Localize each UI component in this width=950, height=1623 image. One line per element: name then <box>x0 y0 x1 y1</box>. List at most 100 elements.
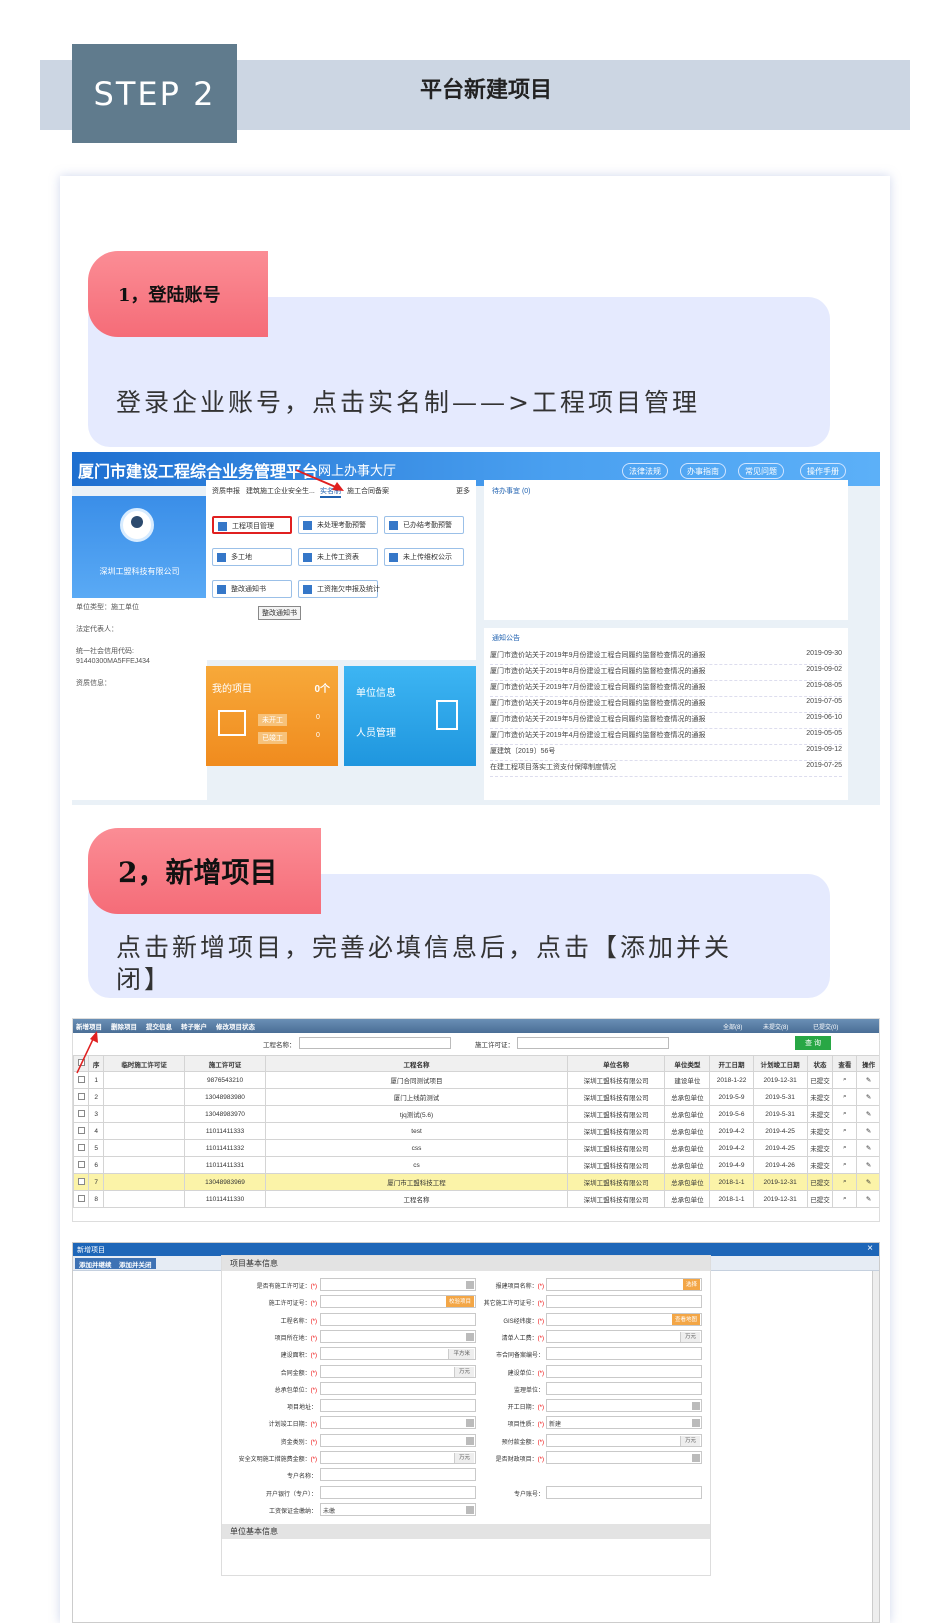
table-cell: 未提交 <box>806 1156 834 1174</box>
notice-item[interactable]: 在建工程项目落实工资支付保障制度情况 2019-07-25 <box>490 762 842 777</box>
field-input[interactable] <box>546 1364 702 1378</box>
tile-attendance-pending[interactable]: 未处理考勤预警 <box>298 516 378 534</box>
field-input[interactable] <box>546 1347 702 1361</box>
add-close-button[interactable]: 添加并关闭 <box>115 1258 156 1269</box>
guide-button[interactable]: 办事指南 <box>680 463 726 479</box>
notice-item[interactable]: 厦门市造价站关于2019年4月份建设工程合同履约监督检查情况的通报 2019-05… <box>490 730 842 745</box>
edit-icon[interactable]: ✎ <box>856 1139 879 1157</box>
edit-icon[interactable]: ✎ <box>856 1088 879 1106</box>
field-input[interactable] <box>546 1295 702 1309</box>
view-icon[interactable]: ⌕ <box>832 1122 858 1140</box>
field-input[interactable]: 未缴 <box>320 1502 476 1516</box>
change-status-button[interactable]: 修改项目状态 <box>216 1021 255 1031</box>
law-button[interactable]: 法律法规 <box>622 463 668 479</box>
unit-info-label: 单位信息 <box>356 688 396 699</box>
tile-rectification[interactable]: 整改通知书 <box>212 580 292 598</box>
table-row[interactable]: 7 13048983969 厦门市工盟科技工程 深圳工盟科技有限公司 总承包单位 2018… <box>73 1173 879 1191</box>
calendar-icon[interactable] <box>692 1402 700 1411</box>
manual-button[interactable]: 操作手册 <box>800 463 846 479</box>
permit-search-input[interactable] <box>517 1037 669 1049</box>
field-input[interactable] <box>546 1451 702 1464</box>
row-checkbox[interactable] <box>77 1126 85 1134</box>
notice-item[interactable]: 厦建筑〔2019〕56号 2019-09-12 <box>490 746 842 761</box>
delete-project-button[interactable]: 删除项目 <box>111 1021 137 1031</box>
edit-icon[interactable]: ✎ <box>856 1071 879 1089</box>
search-button[interactable]: 查 询 <box>795 1036 831 1050</box>
table-cell: 未提交 <box>806 1105 834 1123</box>
view-map-button[interactable]: 查看地图 <box>671 1313 700 1325</box>
field-input[interactable]: 查看地图 <box>546 1312 702 1326</box>
my-projects-card[interactable]: 我的项目 0个 未开工 0 已竣工 0 <box>206 666 338 766</box>
tab-qualification[interactable]: 资质申报 <box>212 486 240 496</box>
field-input[interactable] <box>320 1468 476 1482</box>
submit-info-button[interactable]: 提交信息 <box>146 1021 172 1031</box>
view-icon[interactable]: ⌕ <box>832 1071 858 1089</box>
field-input[interactable]: 新建 <box>546 1416 702 1430</box>
table-cell: cs <box>264 1156 569 1174</box>
view-icon[interactable]: ⌕ <box>832 1139 858 1157</box>
field-label: 清单人工费：(*) <box>501 1335 544 1342</box>
sub-account-button[interactable]: 转子账户 <box>181 1021 207 1031</box>
tile-wage-arrears[interactable]: 工资拖欠申报及统计 <box>298 580 380 598</box>
field-input[interactable]: 万元 <box>546 1329 702 1343</box>
tile-project-management[interactable]: 工程项目管理 <box>212 516 292 534</box>
view-icon[interactable]: ⌕ <box>832 1088 858 1106</box>
faq-button[interactable]: 常见问题 <box>738 463 784 479</box>
row-checkbox[interactable] <box>77 1092 85 1100</box>
field-input[interactable]: 选择 <box>546 1278 702 1291</box>
filter-submitted[interactable]: 已提交(0) <box>813 1022 838 1031</box>
row-checkbox[interactable] <box>77 1143 85 1151</box>
edit-icon[interactable]: ✎ <box>856 1156 879 1174</box>
filter-all[interactable]: 全部(8) <box>723 1022 742 1031</box>
tab-contract[interactable]: 施工合同备案 <box>347 486 389 496</box>
my-projects-label: 我的项目 <box>212 684 252 695</box>
notice-item[interactable]: 厦门市造价站关于2019年7月份建设工程合同履约监督检查情况的通报 2019-08… <box>490 682 842 697</box>
table-row[interactable]: 8 11011411330 工程名称 深圳工盟科技有限公司 总承包单位 2018-1-1 2… <box>73 1190 879 1208</box>
edit-icon[interactable]: ✎ <box>856 1173 879 1191</box>
field-input[interactable] <box>546 1381 702 1395</box>
add-continue-button[interactable]: 添加并继续 <box>75 1258 116 1269</box>
table-cell: 深圳工盟科技有限公司 <box>567 1173 666 1191</box>
view-icon[interactable]: ⌕ <box>832 1173 858 1191</box>
edit-icon[interactable]: ✎ <box>856 1190 879 1208</box>
field-input[interactable] <box>546 1399 702 1413</box>
row-checkbox[interactable] <box>77 1160 85 1168</box>
edit-icon[interactable]: ✎ <box>856 1122 879 1140</box>
edit-icon[interactable]: ✎ <box>856 1105 879 1123</box>
view-icon[interactable]: ⌕ <box>832 1105 858 1123</box>
row-checkbox[interactable] <box>77 1109 85 1117</box>
row-checkbox[interactable] <box>77 1177 85 1185</box>
name-search-input[interactable] <box>299 1037 451 1049</box>
chevron-down-icon[interactable] <box>692 1454 700 1462</box>
view-icon[interactable]: ⌕ <box>832 1156 858 1174</box>
table-row[interactable]: 3 13048983970 tjq测试(5.6) 深圳工盟科技有限公司 总承包单位 201… <box>73 1105 879 1123</box>
row-checkbox[interactable] <box>77 1194 85 1202</box>
table-row[interactable]: 2 13048983980 厦门上线前测试 深圳工盟科技有限公司 总承包单位 2019-5… <box>73 1088 879 1106</box>
table-cell: 9876543210 <box>184 1071 266 1089</box>
tile-attendance-closed[interactable]: 已办结考勤预警 <box>384 516 464 534</box>
tile-rights-notice[interactable]: 未上传维权公示 <box>384 548 464 566</box>
chevron-down-icon[interactable] <box>692 1419 700 1428</box>
notice-item[interactable]: 厦门市造价站关于2019年5月份建设工程合同履约监督检查情况的通报 2019-06… <box>490 714 842 729</box>
scrollbar[interactable] <box>872 1271 879 1622</box>
notice-item[interactable]: 厦门市造价站关于2019年6月份建设工程合同履约监督检查情况的通报 2019-07… <box>490 698 842 713</box>
notice-item[interactable]: 厦门市造价站关于2019年8月份建设工程合同履约监督检查情况的通报 2019-09… <box>490 666 842 681</box>
table-row[interactable]: 4 11011411333 test 深圳工盟科技有限公司 总承包单位 2019-4-2 2… <box>73 1122 879 1140</box>
filter-unsubmitted[interactable]: 未提交(8) <box>763 1022 788 1031</box>
more-link[interactable]: 更多 <box>456 486 470 496</box>
select-button[interactable]: 选择 <box>682 1279 700 1290</box>
rectification-button[interactable]: 整改通知书 <box>258 606 301 620</box>
field-label: 安全文明施工措施费金额：(*) <box>238 1457 317 1463</box>
view-icon[interactable]: ⌕ <box>832 1190 858 1208</box>
tile-multi-site[interactable]: 多工地 <box>212 548 292 566</box>
unit-info-card[interactable]: 单位信息 人员管理 <box>344 666 476 766</box>
close-icon[interactable]: × <box>867 1243 873 1254</box>
tile-wage-sheet[interactable]: 未上传工资表 <box>298 548 378 566</box>
field-input[interactable]: 万元 <box>546 1433 702 1447</box>
chevron-down-icon[interactable] <box>466 1505 474 1514</box>
table-row[interactable]: 5 11011411332 css 深圳工盟科技有限公司 总承包单位 2019-4-2 20… <box>73 1139 879 1157</box>
table-row[interactable]: 1 9876543210 厦门合同测试项目 深圳工盟科技有限公司 建设单位 2018-1-… <box>73 1071 879 1089</box>
field-input[interactable] <box>546 1485 702 1499</box>
notice-item[interactable]: 厦门市造价站关于2019年9月份建设工程合同履约监督检查情况的通报 2019-09… <box>490 650 842 665</box>
table-row[interactable]: 6 11011411331 cs 深圳工盟科技有限公司 总承包单位 2019-4-9 201… <box>73 1156 879 1174</box>
